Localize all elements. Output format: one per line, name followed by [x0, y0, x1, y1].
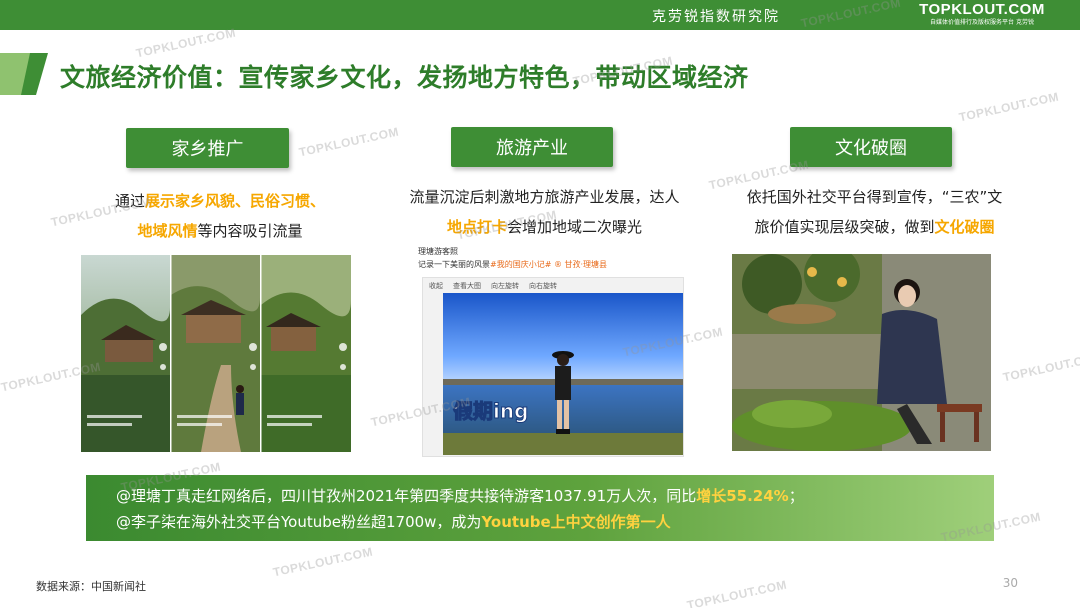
watermark: TOPKLOUT.COM: [134, 25, 238, 61]
desc-line: 地域风情等内容吸引流量: [70, 216, 370, 246]
stats-bar: @理塘丁真走红网络后，四川甘孜州2021年第四季度共接待游客1037.91万人次…: [86, 475, 994, 541]
brand-tagline: 自媒体价值排行及版权服务平台 克劳锐: [930, 19, 1034, 26]
desc-text: 旅价值实现层级突破，做到: [754, 218, 935, 236]
desc-highlight: 文化破圈: [934, 218, 995, 236]
page-number: 30: [1002, 576, 1018, 590]
douyin-screenshots-image: [81, 255, 351, 452]
brand-logo: TOPKLOUT.COM: [919, 1, 1045, 18]
stats-line-liziqi: @李子柒在海外社交平台Youtube粉丝超1700w，成为Youtube上中文创…: [116, 509, 964, 535]
caption-text: 记录一下美丽的风景: [418, 260, 490, 269]
watermark: TOPKLOUT.COM: [271, 544, 375, 580]
post-media-frame: 收起 查看大图 向左旋转 向右旋转 假期ing: [422, 277, 684, 457]
village-scenery-image: [81, 255, 351, 452]
desc-line: 旅价值实现层级突破，做到文化破圈: [722, 212, 1027, 242]
countryside-work-image: [732, 254, 991, 451]
watermark: TOPKLOUT.COM: [957, 89, 1061, 125]
desc-text: 等内容吸引流量: [197, 222, 303, 240]
brand-block: TOPKLOUT.COM 自媒体价值排行及版权服务平台 克劳锐: [912, 2, 1052, 27]
label-tourism-industry: 旅游产业: [451, 127, 613, 167]
view-large-button[interactable]: 查看大图: [453, 281, 481, 291]
watermark: TOPKLOUT.COM: [297, 124, 401, 160]
stats-text: ；: [788, 487, 804, 505]
desc-line: 依托国外社交平台得到宣传，“三农”文: [746, 188, 1003, 206]
desc-culture-breakout: 依托国外社交平台得到宣传，“三农”文 旅价值实现层级突破，做到文化破圈: [722, 182, 1027, 242]
stats-highlight: 增长55.24%: [696, 487, 789, 505]
stats-highlight: Youtube上中文创作第一人: [481, 513, 671, 531]
watermark: TOPKLOUT.COM: [685, 577, 789, 608]
watermark: TOPKLOUT.COM: [1001, 349, 1080, 385]
post-author: 理塘游客照: [418, 247, 458, 256]
lake-photo: 假期ing: [443, 293, 683, 455]
stats-text: @理塘丁真走红网络后，四川甘孜州2021年第四季度共接待游客1037.91万人次…: [116, 487, 697, 505]
desc-line: 流量沉淀后刺激地方旅游产业发展，达人: [409, 188, 680, 206]
post-caption: 记录一下美丽的风景#我的国庆小记# ® 甘孜·理塘县: [418, 259, 607, 270]
rotate-right-button[interactable]: 向右旋转: [529, 281, 557, 291]
top-header-bar: 克劳锐指数研究院 TOPKLOUT.COM 自媒体价值排行及版权服务平台 克劳锐: [0, 0, 1080, 30]
label-hometown-promotion: 家乡推广: [126, 128, 289, 168]
liziqi-photo: [732, 254, 991, 451]
media-toolbar: 收起 查看大图 向左旋转 向右旋转: [429, 281, 557, 291]
desc-highlight: 地域风情: [137, 222, 198, 240]
data-source: 数据来源：中国新闻社: [36, 580, 146, 593]
label-culture-breakout: 文化破圈: [790, 127, 952, 167]
org-name: 克劳锐指数研究院: [652, 9, 780, 25]
collapse-button[interactable]: 收起: [429, 281, 443, 291]
rotate-left-button[interactable]: 向左旋转: [491, 281, 519, 291]
desc-highlight: 展示家乡风貌、民俗习惯、: [145, 192, 326, 210]
stats-line-dingzhen: @理塘丁真走红网络后，四川甘孜州2021年第四季度共接待游客1037.91万人次…: [116, 483, 964, 509]
stats-text: @李子柒在海外社交平台Youtube粉丝超1700w，成为: [116, 513, 482, 531]
caption-tags: #我的国庆小记# ® 甘孜·理塘县: [490, 260, 608, 269]
